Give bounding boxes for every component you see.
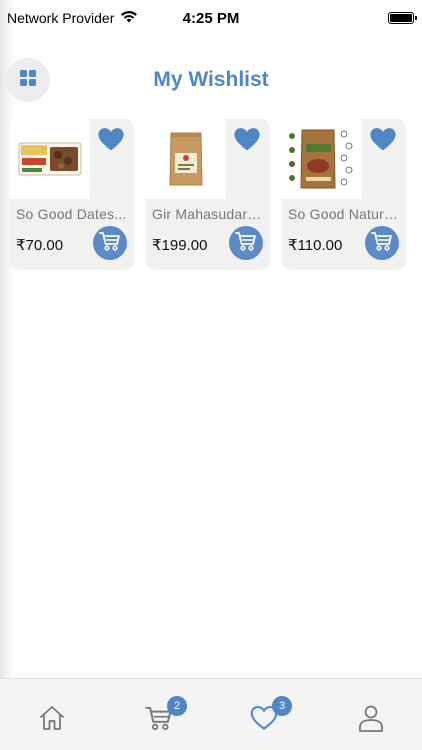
add-to-cart-button[interactable] [93, 226, 127, 260]
tab-wishlist[interactable]: 3 [248, 696, 292, 735]
remove-from-wishlist-button[interactable] [232, 127, 262, 156]
tab-home[interactable] [36, 705, 68, 735]
wishlist-card[interactable]: Gir Mahasudars... ₹199.00 [146, 119, 270, 270]
cart-count-badge: 2 [167, 696, 187, 716]
wishlist-card[interactable]: So Good Natural... ₹110.00 [282, 119, 406, 270]
product-price: ₹70.00 [16, 237, 64, 254]
product-image[interactable] [10, 119, 90, 199]
cart-icon [99, 231, 121, 256]
tab-cart[interactable]: 2 [143, 696, 187, 735]
product-price: ₹199.00 [152, 237, 208, 254]
cart-icon [371, 231, 393, 256]
drawer-edge-shadow [0, 0, 14, 678]
product-image[interactable] [146, 119, 226, 199]
home-icon [38, 704, 66, 737]
heart-icon [97, 127, 125, 156]
wishlist-card[interactable]: So Good Dates... ₹70.00 [10, 119, 134, 270]
remove-from-wishlist-button[interactable] [368, 127, 398, 156]
heart-icon [369, 127, 397, 156]
add-to-cart-button[interactable] [365, 226, 399, 260]
add-to-cart-button[interactable] [229, 226, 263, 260]
product-name[interactable]: So Good Dates... [16, 206, 130, 222]
product-price: ₹110.00 [288, 237, 343, 254]
battery-icon [388, 12, 417, 24]
remove-from-wishlist-button[interactable] [96, 127, 126, 156]
heart-icon [233, 127, 261, 156]
product-name[interactable]: So Good Natural... [288, 206, 402, 222]
status-bar: Network Provider 4:25 PM [0, 0, 422, 36]
tab-profile[interactable] [355, 705, 387, 735]
tab-bar: 2 3 [0, 678, 422, 750]
status-time: 4:25 PM [182, 10, 240, 27]
wishlist-grid: So Good Dates... ₹70.00 Gir Mahasudars..… [10, 119, 408, 270]
cart-icon [235, 231, 257, 256]
wishlist-count-badge: 3 [272, 696, 292, 716]
page-title: My Wishlist [153, 68, 269, 91]
user-icon [358, 704, 384, 737]
product-name[interactable]: Gir Mahasudars... [152, 206, 266, 222]
product-image[interactable] [282, 119, 362, 199]
